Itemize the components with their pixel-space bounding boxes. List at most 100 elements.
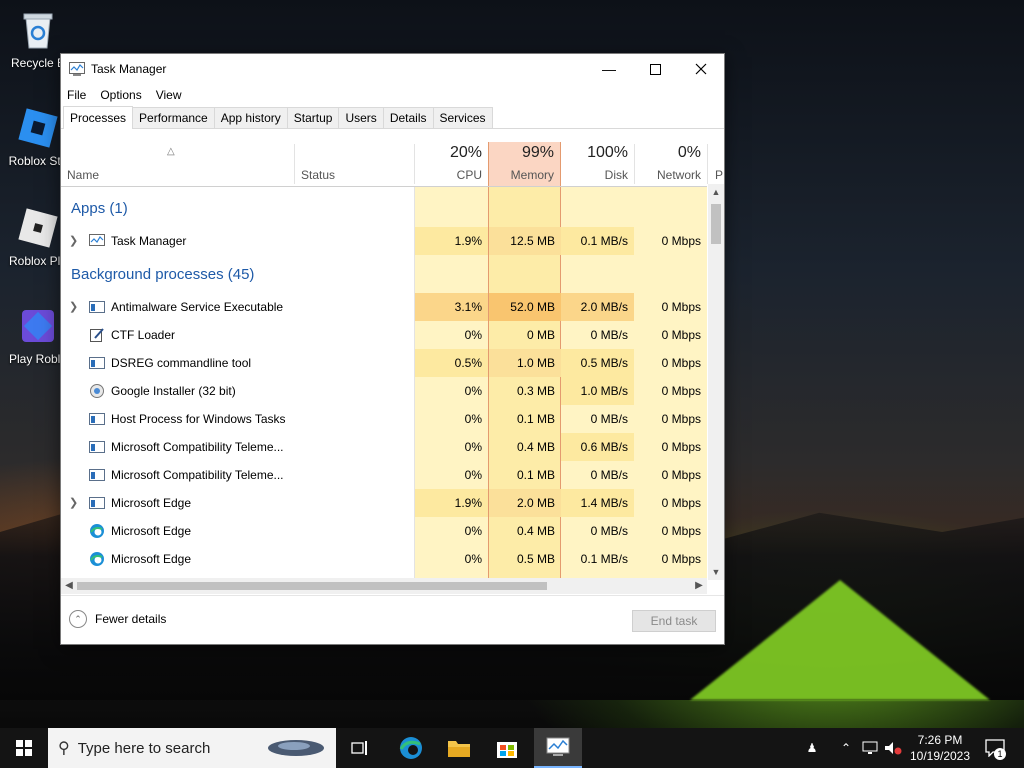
recycle-bin-icon [23,13,53,49]
desktop-icon-label: Play Roblo [8,352,68,366]
column-network[interactable]: 0% Network [635,142,707,186]
taskbar-search-box[interactable]: ⚲ Type here to search [48,728,336,768]
chevron-up-icon: ⌃ [840,741,852,755]
table-row[interactable]: DSREG commandline tool 0.5% 1.0 MB 0.5 M… [61,349,707,377]
cpu-value: 0% [464,384,482,398]
column-power-partial[interactable]: P [709,142,723,186]
disk-value: 0.1 MB/s [580,552,628,566]
memory-value: 0.4 MB [516,524,555,538]
tab-startup[interactable]: Startup [286,107,340,128]
column-cpu[interactable]: 20% CPU [415,142,488,186]
taskbar-task-manager-button[interactable] [534,728,582,768]
table-row[interactable]: ❯ Antimalware Service Executable 3.1% 52… [61,293,707,321]
show-hidden-icons-button[interactable]: ⌃ [838,728,854,768]
fewer-details-button[interactable]: ⌃ Fewer details [69,610,166,628]
table-row[interactable]: Microsoft Compatibility Teleme... 0% 0.1… [61,461,707,489]
service-window-icon [89,497,105,509]
table-row[interactable]: ❯ Microsoft Edge 1.9% 2.0 MB 1.4 MB/s 0 … [61,489,707,517]
network-percent: 0% [677,144,701,161]
vertical-scrollbar[interactable]: ▲ ▼ [708,184,724,580]
table-row[interactable]: Host Process for Windows Tasks 0% 0.1 MB… [61,405,707,433]
scrollbar-thumb[interactable] [711,204,721,244]
chevron-right-icon[interactable]: ❯ [69,489,78,517]
close-button[interactable] [678,54,724,84]
network-label: Network [656,168,701,182]
window-title: Task Manager [91,62,167,76]
taskbar-clock[interactable]: 7:26 PM 10/19/2023 [900,732,980,764]
disk-value: 1.4 MB/s [561,489,634,517]
folder-icon [448,741,470,757]
memory-value: 1.0 MB [489,349,561,377]
scrollbar-thumb[interactable] [77,582,547,590]
table-row[interactable]: Microsoft Edge 0% 0.5 MB 0.1 MB/s 0 Mbps [61,545,707,573]
disk-value: 0.1 MB/s [561,227,634,255]
chevron-up-icon: ⌃ [69,610,87,628]
tab-performance[interactable]: Performance [132,107,215,128]
column-disk[interactable]: 100% Disk [561,142,634,186]
table-row[interactable]: Google Installer (32 bit) 0% 0.3 MB 1.0 … [61,377,707,405]
end-task-button[interactable]: End task [632,610,716,632]
process-name: CTF Loader [111,328,176,342]
tab-services[interactable]: Services [432,107,493,128]
menu-view[interactable]: View [156,88,182,102]
edge-icon [90,552,104,566]
start-button[interactable] [0,728,48,768]
task-manager-icon [69,62,85,76]
tab-processes[interactable]: Processes [63,106,134,129]
table-row[interactable]: Microsoft Edge 0% 0.4 MB 0 MB/s 0 Mbps [61,517,707,545]
tab-users[interactable]: Users [338,107,384,128]
disk-value: 0.6 MB/s [561,433,634,461]
scroll-down-icon[interactable]: ▼ [708,564,724,580]
ctf-loader-icon [90,328,104,342]
network-value: 0 Mbps [661,356,701,370]
maximize-button[interactable] [632,54,678,84]
maximize-icon [649,63,661,75]
network-value: 0 Mbps [661,234,701,248]
cpu-label: CPU [456,168,482,182]
task-view-button[interactable] [340,728,380,768]
title-bar[interactable]: Task Manager — [61,54,724,84]
play-roblox-icon [22,310,54,342]
table-row[interactable]: ❯ Task Manager 1.9% 12.5 MB 0.1 MB/s 0 M… [61,227,707,255]
memory-value: 0.3 MB [516,384,555,398]
group-header-background[interactable]: Background processes (45) [61,261,707,289]
scroll-right-icon[interactable]: ▶ [691,578,707,594]
horizontal-scrollbar[interactable]: ◀ ▶ [61,578,707,594]
column-name[interactable]: △ Name [61,142,294,186]
table-row[interactable]: Microsoft Compatibility Teleme... 0% 0.4… [61,433,707,461]
network-value: 0 Mbps [661,496,701,510]
taskbar-edge-button[interactable] [390,728,432,768]
network-value: 0 Mbps [661,412,701,426]
menu-bar: File Options View [61,84,724,106]
desktop-icon-label: Roblox Stu [8,154,68,168]
tab-details[interactable]: Details [382,107,434,128]
people-button[interactable]: ♟ [800,728,824,768]
cpu-value: 1.9% [415,227,488,255]
taskbar-file-explorer-button[interactable] [438,728,480,768]
edge-icon [399,737,422,759]
clock-date: 10/19/2023 [909,749,971,763]
column-memory[interactable]: 99% Memory [488,142,561,186]
taskbar-store-button[interactable] [486,728,528,768]
taskbar: ⚲ Type here to search ♟ ⌃ 7:26 PM 10/19/… [0,728,1024,768]
minimize-button[interactable]: — [586,54,632,84]
column-status[interactable]: Status [295,142,414,186]
scroll-up-icon[interactable]: ▲ [708,184,724,200]
menu-file[interactable]: File [67,88,86,102]
roblox-studio-icon [18,108,58,148]
cpu-value: 0% [464,468,482,482]
menu-options[interactable]: Options [100,88,141,102]
cpu-percent: 20% [449,144,482,161]
network-value: 0 Mbps [661,552,701,566]
scroll-left-icon[interactable]: ◀ [61,578,77,594]
table-row[interactable]: CTF Loader 0% 0 MB 0 MB/s 0 Mbps [61,321,707,349]
group-header-apps[interactable]: Apps (1) [61,195,707,223]
chevron-right-icon[interactable]: ❯ [69,293,78,321]
service-window-icon [89,413,105,425]
chevron-right-icon[interactable]: ❯ [69,227,78,255]
process-name: Google Installer (32 bit) [111,384,236,398]
notification-center-button[interactable]: 1 [980,728,1010,768]
tab-app-history[interactable]: App history [213,107,288,128]
network-tray-button[interactable] [860,728,880,768]
tab-strip: Processes Performance App history Startu… [61,106,724,129]
